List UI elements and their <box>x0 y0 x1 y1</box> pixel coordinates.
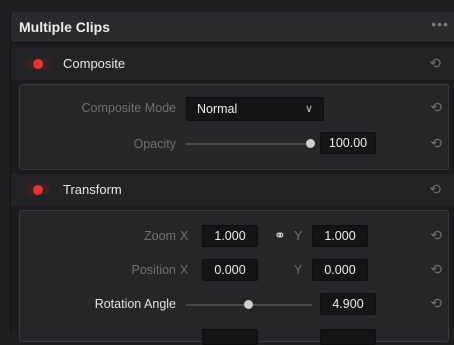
chevron-down-icon: ∨ <box>304 103 313 115</box>
transform-toggle[interactable] <box>25 184 51 196</box>
composite-mode-reset-icon[interactable]: ⟲ <box>430 99 442 116</box>
position-y-axis: Y <box>294 263 303 277</box>
transform-reset-icon[interactable]: ⟲ <box>429 181 441 198</box>
composite-section-header[interactable]: Composite ⟲ <box>11 48 454 80</box>
transform-section-header[interactable]: Transform ⟲ <box>11 174 454 206</box>
zoom-y-axis: Y <box>294 229 303 243</box>
rotation-reset-icon[interactable]: ⟲ <box>430 295 442 312</box>
opacity-input[interactable]: 100.00 <box>320 132 376 154</box>
position-x-input[interactable]: 0.000 <box>202 259 258 281</box>
zoom-x-input[interactable]: 1.000 <box>202 225 258 247</box>
composite-toggle[interactable] <box>25 58 51 70</box>
position-label: Position <box>131 263 176 277</box>
composite-reset-icon[interactable]: ⟲ <box>429 55 441 72</box>
position-y-input[interactable]: 0.000 <box>312 259 368 281</box>
link-icon[interactable]: ⚭ <box>274 227 286 244</box>
panel-header: Multiple Clips ••• <box>11 12 454 43</box>
transform-group: Zoom X 1.000 ⚭ Y 1.000 ⟲ Position X 0.00… <box>19 210 449 345</box>
transform-title: Transform <box>63 182 122 197</box>
toggle-knob <box>33 59 43 69</box>
composite-title: Composite <box>63 56 126 71</box>
composite-group: Composite Mode Normal ∨ ⟲ Opacity 100.00… <box>19 84 449 170</box>
composite-mode-label: Composite Mode <box>81 101 177 115</box>
panel-title: Multiple Clips <box>19 19 110 35</box>
zoom-y-input[interactable]: 1.000 <box>312 225 368 247</box>
zoom-reset-icon[interactable]: ⟲ <box>430 227 442 244</box>
rotation-input[interactable]: 4.900 <box>320 293 376 315</box>
next-row-x-input[interactable] <box>202 329 258 345</box>
composite-mode-dropdown[interactable]: Normal ∨ <box>186 97 324 121</box>
rotation-slider-knob[interactable] <box>244 300 253 309</box>
zoom-label: Zoom <box>144 229 176 243</box>
opacity-slider-knob[interactable] <box>306 139 315 148</box>
composite-mode-value: Normal <box>197 102 238 116</box>
zoom-x-axis: X <box>180 229 189 243</box>
opacity-slider-track[interactable] <box>186 143 310 145</box>
position-x-axis: X <box>180 263 189 277</box>
more-options-icon[interactable]: ••• <box>431 16 449 32</box>
toggle-knob <box>33 185 43 195</box>
inspector-panel: Multiple Clips ••• Composite ⟲ Composite… <box>10 12 454 345</box>
position-reset-icon[interactable]: ⟲ <box>430 261 442 278</box>
rotation-label: Rotation Angle <box>94 297 176 311</box>
opacity-reset-icon[interactable]: ⟲ <box>430 135 442 152</box>
opacity-label: Opacity <box>133 137 176 151</box>
next-row-y-input[interactable] <box>320 329 376 345</box>
